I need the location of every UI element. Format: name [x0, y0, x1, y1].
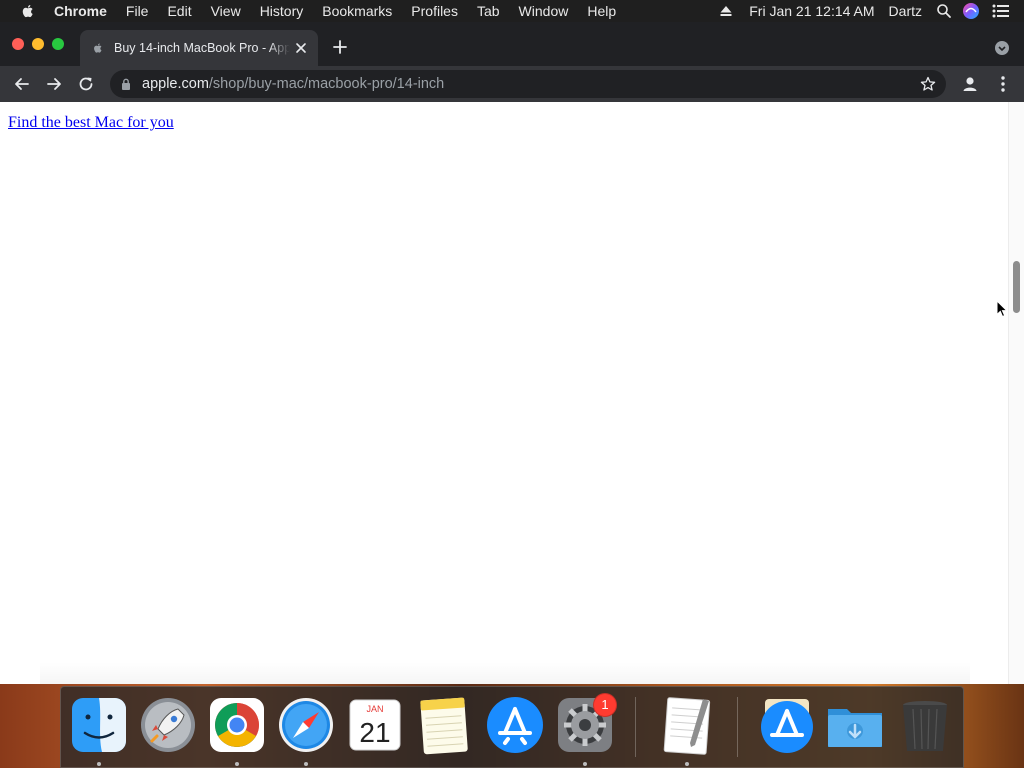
- search-icon[interactable]: [936, 3, 952, 19]
- menu-app-name[interactable]: Chrome: [54, 0, 107, 22]
- new-tab-icon[interactable]: [332, 39, 348, 55]
- menu-bookmarks[interactable]: Bookmarks: [322, 0, 392, 22]
- kebab-menu-icon[interactable]: [996, 75, 1010, 93]
- tab-strip: Buy 14-inch MacBook Pro - Apple: [0, 22, 1024, 66]
- dock-app-store[interactable]: [485, 695, 545, 755]
- address-bar[interactable]: apple.com/shop/buy-mac/macbook-pro/14-in…: [110, 70, 946, 98]
- menu-history[interactable]: History: [260, 0, 304, 22]
- app-store-icon: [487, 697, 543, 753]
- page-bottom-shade: [40, 662, 970, 684]
- apple-favicon-icon: [94, 43, 102, 53]
- browser-toolbar: apple.com/shop/buy-mac/macbook-pro/14-in…: [0, 66, 1024, 102]
- calendar-day-label: 21: [359, 717, 390, 748]
- notification-badge: 1: [593, 693, 617, 717]
- forward-icon[interactable]: [45, 75, 63, 93]
- dock-finder[interactable]: [69, 695, 129, 755]
- status-area: Fri Jan 21 12:14 AM Dartz: [719, 0, 1024, 22]
- menubar-clock[interactable]: Fri Jan 21 12:14 AM: [749, 3, 874, 19]
- dock-system-preferences[interactable]: 1: [555, 693, 617, 755]
- tab-close-icon[interactable]: [294, 41, 308, 55]
- apple-menu-icon[interactable]: [20, 3, 36, 19]
- app-store-download-icon: [761, 699, 813, 753]
- dock-separator: [635, 697, 636, 757]
- back-icon[interactable]: [13, 75, 31, 93]
- finder-icon: [72, 698, 126, 752]
- dock-separator: [737, 697, 738, 757]
- tab-title: Buy 14-inch MacBook Pro - Apple: [114, 41, 290, 55]
- find-best-mac-link[interactable]: Find the best Mac for you: [8, 114, 174, 132]
- calendar-month-label: JAN: [366, 704, 383, 714]
- vertical-scrollbar[interactable]: [1008, 102, 1024, 684]
- browser-window: Buy 14-inch MacBook Pro - Apple apple.co…: [0, 22, 1024, 684]
- tab-active[interactable]: Buy 14-inch MacBook Pro - Apple: [80, 30, 318, 66]
- dock-running-indicator: [97, 762, 101, 766]
- textedit-icon: [663, 697, 711, 755]
- mouse-cursor-icon: [996, 300, 1008, 318]
- menu-window[interactable]: Window: [519, 0, 569, 22]
- menu-help[interactable]: Help: [587, 0, 616, 22]
- control-center-icon[interactable]: [992, 4, 1010, 18]
- dock-textedit[interactable]: [657, 695, 717, 755]
- dock-calendar[interactable]: JAN 21: [345, 695, 405, 755]
- menu-file[interactable]: File: [126, 0, 149, 22]
- dock-running-indicator: [235, 762, 239, 766]
- menu-bar: Chrome File Edit View History Bookmarks …: [0, 0, 1024, 22]
- safari-compass-icon: [279, 698, 333, 752]
- tab-search-icon[interactable]: [994, 40, 1010, 56]
- window-zoom-button[interactable]: [52, 38, 64, 50]
- window-minimize-button[interactable]: [32, 38, 44, 50]
- downloads-folder-icon: [828, 709, 882, 747]
- calendar-icon: JAN 21: [349, 699, 401, 751]
- dock-app-store-download[interactable]: [757, 695, 817, 755]
- profile-icon[interactable]: [961, 75, 979, 93]
- dock-downloads-folder[interactable]: [825, 695, 885, 755]
- siri-icon[interactable]: [962, 2, 980, 20]
- dock-notes[interactable]: [414, 695, 474, 755]
- page-viewport: Find the best Mac for you: [0, 102, 1024, 684]
- lock-icon[interactable]: [121, 78, 131, 90]
- dock-running-indicator: [304, 762, 308, 766]
- trash-icon: [903, 701, 947, 751]
- chrome-icon: [210, 698, 264, 752]
- menu-tab[interactable]: Tab: [477, 0, 500, 22]
- url-host: apple.com: [142, 76, 209, 92]
- dock-trash[interactable]: [895, 695, 955, 755]
- notes-icon: [420, 697, 468, 755]
- url-path: /shop/buy-mac/macbook-pro/14-inch: [208, 76, 445, 92]
- menu-edit[interactable]: Edit: [167, 0, 191, 22]
- menubar-user[interactable]: Dartz: [889, 3, 922, 19]
- menu-view[interactable]: View: [211, 0, 241, 22]
- reload-icon[interactable]: [77, 75, 95, 93]
- bookmark-star-icon[interactable]: [920, 76, 936, 92]
- dock-chrome[interactable]: [207, 695, 267, 755]
- dock-running-indicator: [583, 762, 587, 766]
- eject-icon[interactable]: [719, 4, 733, 18]
- menu-profiles[interactable]: Profiles: [411, 0, 458, 22]
- launchpad-rocket-icon: [141, 698, 195, 752]
- dock-running-indicator: [685, 762, 689, 766]
- dock: JAN 21 1: [60, 686, 964, 768]
- scrollbar-thumb[interactable]: [1013, 261, 1020, 313]
- dock-safari[interactable]: [276, 695, 336, 755]
- window-close-button[interactable]: [12, 38, 24, 50]
- dock-launchpad[interactable]: [138, 695, 198, 755]
